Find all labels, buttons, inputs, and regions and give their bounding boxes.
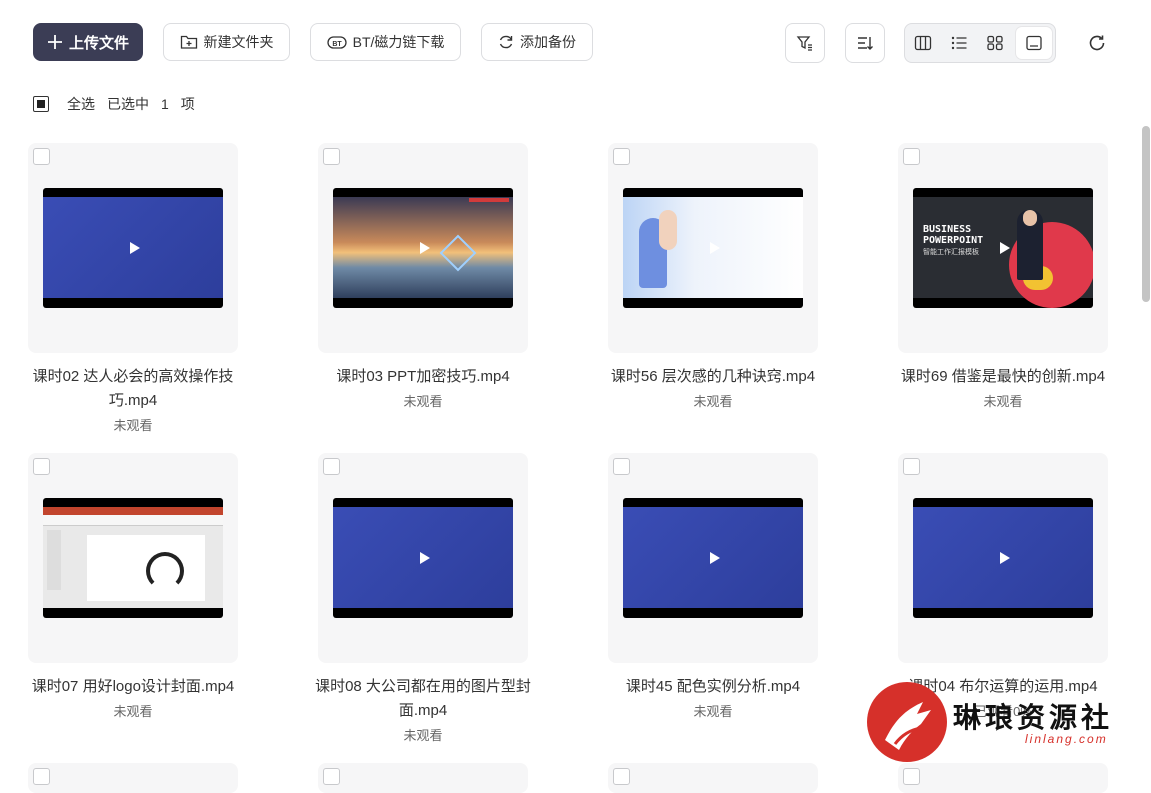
watermark-title: 琳琅资源社	[953, 701, 1114, 734]
file-checkbox[interactable]	[323, 458, 340, 475]
file-thumbnail[interactable]	[318, 453, 528, 663]
file-name[interactable]: 课时03 PPT加密技巧.mp4	[308, 365, 538, 389]
watch-status: 未观看	[403, 394, 443, 409]
sync-icon	[498, 34, 514, 50]
play-icon	[710, 551, 720, 564]
file-thumbnail[interactable]: BUSINESS POWERPOINT 智能工作汇报模板	[898, 143, 1108, 353]
file-checkbox[interactable]	[613, 768, 630, 785]
file-name[interactable]: 课时69 借鉴是最快的创新.mp4	[888, 365, 1118, 389]
file-name[interactable]: 课时08 大公司都在用的图片型封面.mp4	[308, 675, 538, 723]
file-name[interactable]: 课时07 用好logo设计封面.mp4	[18, 675, 248, 699]
add-backup-label: 添加备份	[520, 34, 576, 50]
selected-prefix: 已选中	[107, 96, 149, 112]
bt-download-label: BT/磁力链下载	[352, 34, 445, 50]
select-all-checkbox[interactable]	[33, 96, 49, 112]
file-thumbnail[interactable]	[318, 763, 528, 793]
play-icon	[1000, 241, 1010, 254]
file-checkbox[interactable]	[33, 768, 50, 785]
play-icon	[420, 551, 430, 564]
file-thumbnail[interactable]	[318, 143, 528, 353]
watch-status: 未观看	[113, 418, 153, 433]
selected-count: 1	[161, 96, 169, 112]
bt-icon: BT	[326, 34, 347, 50]
new-folder-label: 新建文件夹	[203, 34, 274, 50]
file-thumbnail[interactable]	[898, 453, 1108, 663]
video-preview	[333, 498, 513, 618]
watermark: 琳琅资源社 linlang.com	[865, 680, 1135, 770]
file-name[interactable]: 课时02 达人必会的高效操作技巧.mp4	[18, 365, 248, 413]
video-preview	[623, 188, 803, 308]
refresh-icon	[1087, 33, 1107, 53]
file-thumbnail[interactable]	[28, 143, 238, 353]
view-thumbnail-button[interactable]	[1016, 27, 1052, 59]
file-thumbnail[interactable]	[28, 763, 238, 793]
play-icon	[420, 241, 430, 254]
watch-status: 未观看	[403, 728, 443, 743]
video-preview	[623, 498, 803, 618]
video-preview	[43, 188, 223, 308]
new-folder-button[interactable]: 新建文件夹	[163, 23, 290, 61]
watermark-url: linlang.com	[1025, 732, 1108, 746]
file-name[interactable]: 课时56 层次感的几种诀窍.mp4	[598, 365, 828, 389]
grid-icon	[986, 35, 1004, 51]
sort-icon	[856, 34, 874, 52]
plus-icon	[47, 34, 63, 50]
columns-icon	[914, 35, 932, 51]
file-checkbox[interactable]	[323, 768, 340, 785]
upload-button[interactable]: 上传文件	[33, 23, 143, 61]
video-preview	[43, 498, 223, 618]
file-checkbox[interactable]	[903, 458, 920, 475]
view-mode-group	[904, 23, 1056, 63]
video-preview	[913, 498, 1093, 618]
watch-status: 未观看	[693, 394, 733, 409]
file-thumbnail[interactable]	[608, 453, 818, 663]
file-checkbox[interactable]	[903, 768, 920, 785]
watermark-logo	[867, 682, 947, 762]
list-icon	[950, 35, 968, 51]
play-icon	[130, 551, 140, 564]
filter-button[interactable]	[785, 23, 825, 63]
selection-bar: 全选 已选中 1 项	[33, 94, 195, 114]
play-icon	[130, 241, 140, 254]
svg-text:BT: BT	[332, 41, 342, 48]
file-checkbox[interactable]	[613, 458, 630, 475]
watch-status: 未观看	[693, 704, 733, 719]
file-checkbox[interactable]	[33, 148, 50, 165]
file-checkbox[interactable]	[33, 458, 50, 475]
watch-status: 未观看	[113, 704, 153, 719]
selected-unit: 项	[180, 96, 195, 112]
file-checkbox[interactable]	[323, 148, 340, 165]
view-grid-button[interactable]	[977, 24, 1013, 62]
file-name[interactable]: 课时45 配色实例分析.mp4	[598, 675, 828, 699]
filter-icon	[796, 34, 814, 52]
file-thumbnail[interactable]	[608, 763, 818, 793]
file-thumbnail[interactable]	[608, 143, 818, 353]
file-thumbnail[interactable]	[28, 453, 238, 663]
thumbnail-icon	[1025, 35, 1043, 51]
refresh-button[interactable]	[1084, 30, 1110, 56]
add-backup-button[interactable]: 添加备份	[481, 23, 593, 61]
folder-plus-icon	[180, 34, 198, 50]
select-all-label[interactable]: 全选	[67, 94, 95, 114]
file-checkbox[interactable]	[903, 148, 920, 165]
upload-label: 上传文件	[68, 34, 129, 52]
video-preview: BUSINESS POWERPOINT 智能工作汇报模板	[913, 188, 1093, 308]
bt-download-button[interactable]: BT BT/磁力链下载	[310, 23, 461, 61]
video-preview	[333, 188, 513, 308]
watch-status: 未观看	[983, 394, 1023, 409]
view-columns-button[interactable]	[905, 24, 941, 62]
scrollbar-thumb[interactable]	[1142, 126, 1150, 302]
file-checkbox[interactable]	[613, 148, 630, 165]
play-icon	[710, 241, 720, 254]
view-list-button[interactable]	[941, 24, 977, 62]
sort-button[interactable]	[845, 23, 885, 63]
play-icon	[1000, 551, 1010, 564]
